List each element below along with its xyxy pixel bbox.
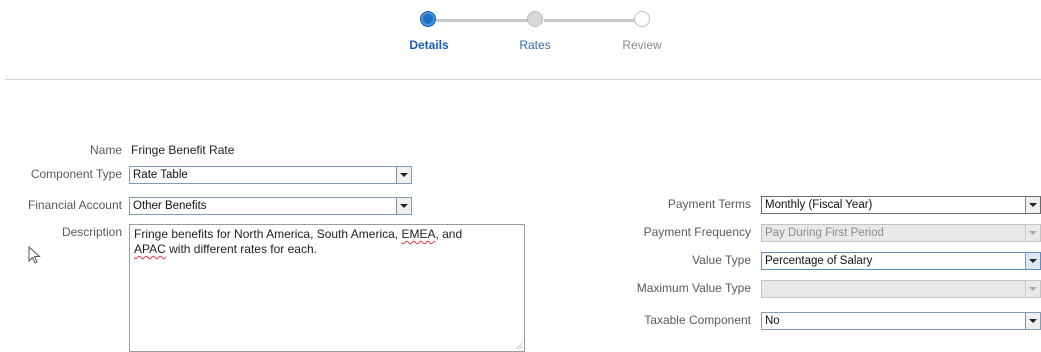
chevron-down-icon <box>1029 319 1037 323</box>
financial-account-dropdown-button[interactable] <box>396 198 411 214</box>
description-text-1: Fringe benefits for North America, South… <box>134 227 402 241</box>
chevron-down-icon <box>400 204 408 208</box>
description-text-3: with different rates for each. <box>165 242 317 256</box>
value-type-label: Value Type <box>692 253 751 267</box>
train-connector <box>436 19 528 22</box>
resize-grip-icon[interactable] <box>515 342 522 349</box>
component-type-value: Rate Table <box>133 169 188 181</box>
taxable-component-value: No <box>765 315 780 327</box>
train-label-details[interactable]: Details <box>409 38 448 52</box>
wizard-train: Details Rates Review <box>0 0 1041 80</box>
chevron-down-icon <box>1029 259 1037 263</box>
value-type-value: Percentage of Salary <box>765 255 873 267</box>
payment-frequency-label: Payment Frequency <box>643 225 751 239</box>
description-text-2: , and <box>435 227 463 241</box>
taxable-component-select[interactable]: No <box>761 312 1041 330</box>
financial-account-select[interactable]: Other Benefits <box>129 197 412 215</box>
payment-terms-dropdown-button[interactable] <box>1025 197 1040 213</box>
payment-frequency-select: Pay During First Period <box>761 224 1041 242</box>
train-stop-rates[interactable] <box>527 11 543 27</box>
train-stop-review <box>634 11 650 27</box>
train-stop-details[interactable] <box>420 11 436 27</box>
header-divider <box>5 79 1041 80</box>
payment-terms-label: Payment Terms <box>667 197 751 211</box>
component-type-dropdown-button[interactable] <box>396 167 411 183</box>
name-label: Name <box>89 143 122 157</box>
payment-terms-value: Monthly (Fiscal Year) <box>765 199 873 211</box>
description-label: Description <box>61 225 122 239</box>
description-text-apac: APAC <box>134 242 166 256</box>
component-type-label: Component Type <box>30 167 122 181</box>
description-text-emea: EMEA <box>401 227 436 241</box>
chevron-down-icon <box>1029 203 1037 207</box>
description-textarea[interactable]: Fringe benefits for North America, South… <box>129 224 525 352</box>
train-connector <box>544 19 636 22</box>
payment-frequency-value: Pay During First Period <box>765 227 884 239</box>
train-label-review: Review <box>622 38 662 52</box>
maximum-value-type-label: Maximum Value Type <box>636 281 751 295</box>
financial-account-value: Other Benefits <box>133 200 207 212</box>
taxable-component-label: Taxable Component <box>644 313 751 327</box>
chevron-down-icon <box>1029 231 1037 235</box>
name-value: Fringe Benefit Rate <box>131 143 235 157</box>
maximum-value-type-select <box>761 280 1041 298</box>
value-type-select[interactable]: Percentage of Salary <box>761 252 1041 270</box>
chevron-down-icon <box>1029 287 1037 291</box>
value-type-dropdown-button[interactable] <box>1025 253 1040 269</box>
taxable-component-dropdown-button[interactable] <box>1025 313 1040 329</box>
financial-account-label: Financial Account <box>27 198 122 212</box>
chevron-down-icon <box>400 173 408 177</box>
payment-terms-select[interactable]: Monthly (Fiscal Year) <box>761 196 1041 214</box>
maximum-value-type-dropdown-button <box>1025 281 1040 297</box>
component-type-select[interactable]: Rate Table <box>129 166 412 184</box>
train-label-rates[interactable]: Rates <box>519 38 550 52</box>
mouse-pointer-icon <box>28 246 41 264</box>
payment-frequency-dropdown-button <box>1025 225 1040 241</box>
